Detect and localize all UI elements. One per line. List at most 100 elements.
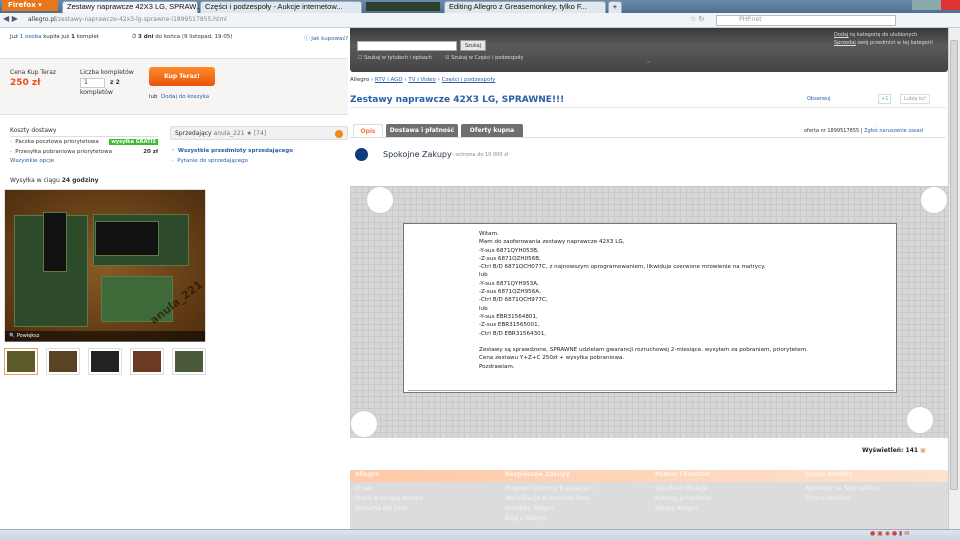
footer-link[interactable]: Weryfikacja w Serwisie Pasa [505,495,655,505]
buyers-link[interactable]: 1 osoba [20,34,42,40]
footer-link[interactable]: Sklepy Allegro [655,505,805,515]
sell-in-category: Sprzedaj swój przedmiot w tej kategorii [834,40,933,46]
description-line: Mam do zaoferowania zestawy naprawcze 42… [479,239,625,246]
free-shipping-badge: wysyłka GRATIS [109,139,158,145]
footer-link[interactable]: Mandaty Allegro [505,505,655,515]
breadcrumb-item[interactable]: RTV i AGD [375,77,403,83]
breadcrumb-item[interactable]: Allegro [350,77,369,83]
description-line: Cena zestawu Y+Z+C 250zł + wysyłka pobra… [479,355,625,362]
collapse-icon[interactable]: ⌃ [646,61,651,68]
footer-link[interactable]: Standard Obsługi [655,485,805,495]
footer-heading: Pomoc i kontakt [655,471,710,478]
description-line: -Z-sus EBR31565001, [479,322,540,329]
dispatch-time: Wysyłka w ciągu 24 godziny [10,177,99,184]
enlarge-button[interactable]: 🔍 Powiększ [5,331,205,342]
price: 250 zł [10,78,41,88]
back-forward-icon[interactable]: ◀ ▶ [3,14,18,23]
thumbnail[interactable] [46,348,80,375]
umbrella-icon [355,148,368,161]
offer-number: oferta nr 1899517855 | Zgłoś naruszenie … [804,128,923,134]
google-plus-button[interactable]: +1 [878,94,892,104]
protection-text: - ochrona do 10 000 zł [452,152,509,158]
description-line: -Ctrl B/D EBR31564301, [479,330,547,337]
all-shipping-options-link[interactable]: Wszystkie opcje [10,158,54,164]
description-line [479,338,896,346]
scrollbar-thumb[interactable] [950,40,958,490]
tab-dostawa[interactable]: Dostawa i płatność [386,124,458,137]
footer-heading: Nasze serwisy [805,471,853,478]
facebook-like-button[interactable]: Lubię to! [900,94,931,104]
breadcrumb-item[interactable]: Części i podzespoły [442,77,496,83]
view-counter: Wyświetleń: 141 ▣ [862,447,926,454]
addon-icons[interactable]: ● ▣ ◉ ● ▮ ✉ [870,530,909,537]
qty-of: z 2 [110,79,120,86]
quantity-input[interactable]: 1 [80,78,105,88]
how-to-buy-link[interactable]: ⓘ Jak kupować? [304,34,348,42]
footer-link[interactable]: Strona mobilna [805,495,955,505]
thumbnail[interactable] [88,348,122,375]
tab-oferty[interactable]: Oferty kupna [461,124,523,137]
thumbnail[interactable] [130,348,164,375]
footer-link[interactable]: O nas [355,485,505,495]
tab-editing[interactable]: Editing Allegro z Greasemonkey, tylko F.… [444,1,606,13]
item-title: Zestawy naprawcze 42X3 LG, SPRAWNE!!! [350,95,565,105]
seller-name[interactable]: anula_221 [214,130,245,137]
tab-current[interactable]: Zestawy naprawcze 42X3 LG, SPRAW... [62,1,202,13]
search-button[interactable]: Szukaj [460,40,486,51]
toolbar-widget [366,2,440,11]
footer-link[interactable]: Katalog produktów [655,495,805,505]
thumbnail[interactable] [4,348,38,375]
shipping-title: Koszty dostawy [10,127,158,137]
thumbnail[interactable] [172,348,206,375]
tab-czesci[interactable]: Części i podzespoły - Aukcje internetow.… [200,1,362,13]
protection-title[interactable]: Spokojne Zakupy [383,150,452,159]
shipping-option: · Przesyłka pobraniowa priorytetowa 20 zł [10,149,158,155]
seller-expand-icon[interactable] [335,130,343,138]
buy-now-button[interactable]: Kup Teraz! [149,67,215,86]
firefox-menu-button[interactable]: Firefox ▾ [2,0,58,11]
camera-icon [366,186,394,214]
description-line: Zestawy są sprawdzone, SPRAWNE udzielam … [479,347,808,354]
address-bar[interactable]: allegro.pl/zestawy-naprawcze-42x3-lg-spr… [28,15,628,26]
breadcrumb-item[interactable]: TV i Video [408,77,436,83]
search-titles-option[interactable]: ☐ Szukaj w tytułach i opisach [358,55,432,61]
disc-icon [350,410,378,438]
footer-column: Nasze serwisy Aplikacja na Twój telefon St… [805,471,955,505]
breadcrumb: Allegro › RTV i AGD › TV i Video › Częśc… [350,77,496,83]
reload-icon[interactable]: ☆ ↻ [690,15,704,23]
footer-heading: Allegro [355,471,380,478]
sell-link[interactable]: Sprzedaj [834,40,856,46]
ask-seller-link[interactable]: · Pytanie do sprzedającego [172,158,248,164]
footer-column: Allegro O nas Praca w Grupie Allegro Reklam… [355,471,505,515]
qty-unit: kompletów [80,89,113,96]
divider [350,137,946,138]
description-line: Pozdrawiam. [479,363,515,370]
main-product-photo[interactable]: anula_221 [4,189,206,342]
seller-all-items-link[interactable]: · Wszystkie przedmioty sprzedającego [172,148,293,154]
new-tab-button[interactable]: + [608,1,622,13]
description-line: -Z-sus 6871QZH056B, [479,255,541,262]
add-favorite-link[interactable]: Dodaj [834,32,849,38]
add-to-cart-row: lub Dodaj do koszyka [149,94,210,100]
description-line: -Z-sus 6871QZH956A, [479,289,541,296]
add-to-cart-link[interactable]: Dodaj do koszyka [161,94,209,100]
footer-link[interactable]: Reklama dla Firm [355,505,505,515]
footer-link[interactable]: Aplikacja na Twój telefon [805,485,955,495]
window-controls[interactable] [912,0,960,10]
footer-link[interactable]: Program Ochrony Kupujących [505,485,655,495]
footer-link[interactable]: Blog z Allegro [505,515,655,525]
qty-label: Liczba kompletów [80,69,134,76]
report-link[interactable]: Zgłoś naruszenie zasad [864,128,923,134]
footer-link[interactable]: Praca w Grupie Allegro [355,495,505,505]
description-line: -Ctrl B/D 6871QCH977C, [479,297,548,304]
footer-column: Pomoc i kontakt Standard Obsługi Katalog p… [655,471,805,515]
bought-info: Już 1 osoba kupiła już 1 komplet [10,34,99,40]
time-left: ⏱ 3 dni do końca (9 listopad, 19:05) [132,34,233,40]
browser-search-input[interactable]: PHP.net [716,15,896,26]
category-search-input[interactable] [357,41,457,51]
seller-box: Sprzedający anula_221 ★ [74] [170,126,348,140]
description-line: -Y-sus 6871QYH053B, [479,247,539,254]
watch-link[interactable]: Obserwuj [807,96,831,102]
search-category-option[interactable]: ☑ Szukaj w Części i podzespoły [445,55,523,61]
tab-opis[interactable]: Opis [353,124,383,137]
